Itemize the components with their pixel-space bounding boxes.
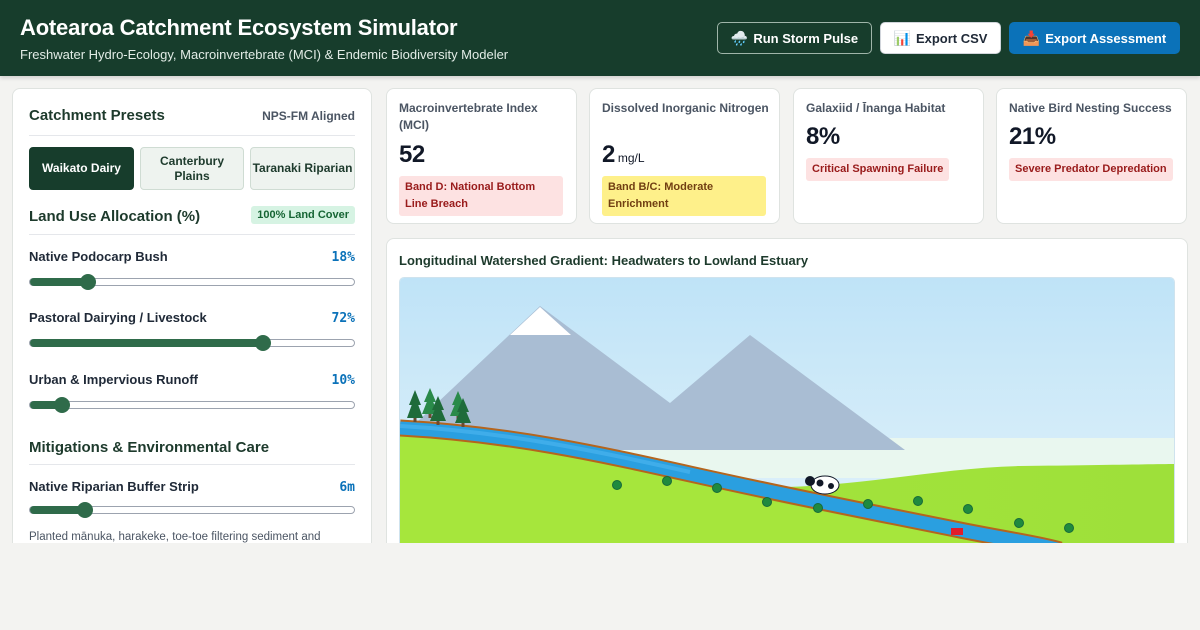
land-use-title: Land Use Allocation (%) xyxy=(29,208,201,225)
mitigations-header: Mitigations & Environmental Care xyxy=(29,437,355,465)
galaxiid-card: Galaxiid / Īnanga Habitat 8% Critical Sp… xyxy=(793,88,984,224)
pollution-marker xyxy=(951,528,963,535)
native-bush-value: 18% xyxy=(331,250,355,265)
galaxiid-value: 8% xyxy=(806,123,840,151)
control-panel: Catchment Presets NPS-FM Aligned Waikato… xyxy=(12,88,372,558)
preset-taranaki-riparian[interactable]: Taranaki Riparian xyxy=(250,147,355,190)
pastoral-slider-fill xyxy=(30,339,264,347)
app-header: Aotearoa Catchment Ecosystem Simulator F… xyxy=(0,0,1200,76)
export-csv-button[interactable]: 📊 Export CSV xyxy=(880,22,1001,54)
bird-nesting-card: Native Bird Nesting Success 21% Severe P… xyxy=(996,88,1187,224)
native-bush-label: Native Podocarp Bush xyxy=(29,249,168,264)
urban-slider-thumb[interactable] xyxy=(54,397,71,413)
riparian-buffer-label: Native Riparian Buffer Strip xyxy=(29,479,199,494)
land-cover-badge: 100% Land Cover xyxy=(251,206,355,224)
mci-card: Macroinvertebrate Index (MCI) 52 Band D:… xyxy=(386,88,577,224)
watershed-title: Longitudinal Watershed Gradient: Headwat… xyxy=(399,253,809,268)
din-status-badge: Band B/C: Moderate Enrichment xyxy=(602,176,766,216)
pastoral-slider-thumb[interactable] xyxy=(255,335,272,351)
land-use-header: Land Use Allocation (%) 100% Land Cover xyxy=(29,206,355,235)
native-bush-slider-row: Native Podocarp Bush 18% xyxy=(29,249,355,295)
urban-label: Urban & Impervious Runoff xyxy=(29,372,199,387)
presets-title: Catchment Presets xyxy=(29,107,165,124)
native-bush-slider-thumb[interactable] xyxy=(80,274,97,290)
din-card: Dissolved Inorganic Nitrogen 2 mg/L Band … xyxy=(589,88,780,224)
mci-label: Macroinvertebrate Index (MCI) xyxy=(399,101,538,132)
pastoral-label: Pastoral Dairying / Livestock xyxy=(29,310,207,325)
riparian-buffer-value: 6m xyxy=(339,480,355,495)
urban-value: 10% xyxy=(331,373,355,388)
bird-nesting-label: Native Bird Nesting Success xyxy=(1009,101,1172,115)
pastoral-slider[interactable] xyxy=(29,335,355,351)
app-subtitle: Freshwater Hydro-Ecology, Macroinvertebr… xyxy=(20,47,509,62)
galaxiid-label: Galaxiid / Īnanga Habitat xyxy=(806,101,946,115)
mci-value-number: 52 xyxy=(399,141,425,168)
presets-header: Catchment Presets NPS-FM Aligned xyxy=(29,105,355,136)
watershed-gradient-panel: Longitudinal Watershed Gradient: Headwat… xyxy=(386,238,1188,568)
export-csv-label: Export CSV xyxy=(915,30,988,46)
bird-nesting-status-badge: Severe Predator Depredation xyxy=(1009,158,1173,181)
inbox-tray-icon: 📥 xyxy=(1022,30,1041,46)
din-value-number: 2 xyxy=(602,141,615,168)
preset-waikato-dairy[interactable]: Waikato Dairy xyxy=(29,147,134,190)
bar-chart-icon: 📊 xyxy=(893,30,911,46)
riparian-buffer-slider[interactable] xyxy=(29,502,355,518)
pastoral-slider-row: Pastoral Dairying / Livestock 72% xyxy=(29,310,355,356)
viewport-cutoff xyxy=(0,543,1200,630)
watershed-illustration xyxy=(400,278,1174,556)
riparian-buffer-slider-row: Native Riparian Buffer Strip 6m xyxy=(29,479,355,525)
export-assessment-button[interactable]: 📥 Export Assessment xyxy=(1009,22,1180,54)
riparian-buffer-slider-thumb[interactable] xyxy=(77,502,94,518)
din-label: Dissolved Inorganic Nitrogen xyxy=(602,101,769,115)
urban-slider[interactable] xyxy=(29,397,355,413)
export-assessment-label: Export Assessment xyxy=(1045,30,1167,46)
bird-nesting-value-number: 21% xyxy=(1009,123,1056,150)
nps-fm-badge: NPS-FM Aligned xyxy=(262,109,355,123)
run-storm-pulse-label: Run Storm Pulse xyxy=(753,30,859,46)
app-title: Aotearoa Catchment Ecosystem Simulator xyxy=(20,15,458,40)
urban-slider-row: Urban & Impervious Runoff 10% xyxy=(29,372,355,418)
din-value: 2 mg/L xyxy=(602,141,645,169)
galaxiid-status-badge: Critical Spawning Failure xyxy=(806,158,950,181)
preset-canterbury-plains[interactable]: Canterbury Plains xyxy=(140,147,244,190)
din-unit: mg/L xyxy=(617,151,645,165)
mci-value: 52 xyxy=(399,141,425,169)
mci-status-badge: Band D: National Bottom Line Breach xyxy=(399,176,563,216)
bird-nesting-value: 21% xyxy=(1009,123,1056,151)
rain-cloud-icon: 🌧️ xyxy=(730,30,749,46)
mitigations-title: Mitigations & Environmental Care xyxy=(29,439,270,456)
run-storm-pulse-button[interactable]: 🌧️ Run Storm Pulse xyxy=(717,22,872,54)
galaxiid-value-number: 8% xyxy=(806,123,840,150)
pastoral-value: 72% xyxy=(331,311,355,326)
watershed-scene xyxy=(399,277,1175,557)
native-bush-slider[interactable] xyxy=(29,274,355,290)
